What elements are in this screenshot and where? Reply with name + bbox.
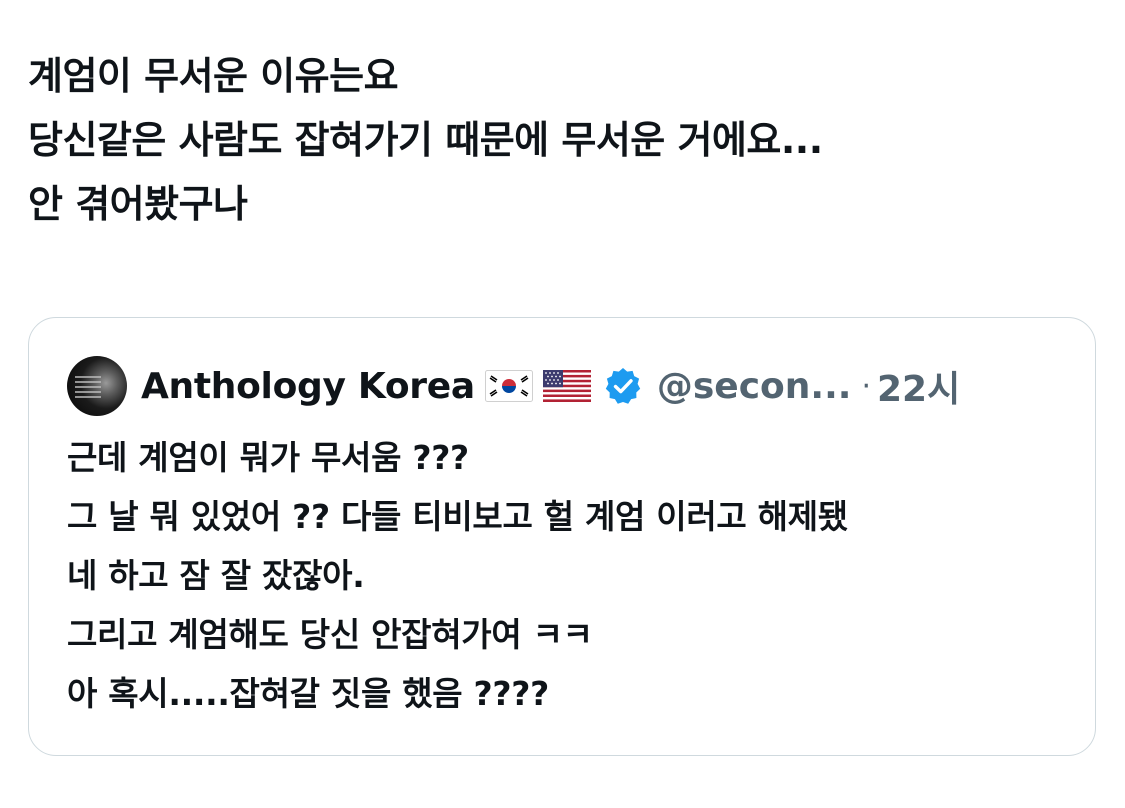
- post-text-line: 당신같은 사람도 잡혀가기 때문에 무서운 거에요...: [28, 118, 823, 162]
- quoted-author-name[interactable]: Anthology Korea: [141, 366, 475, 407]
- quoted-post-card[interactable]: Anthology Korea @secon... · 22시 근데 계엄이 뭐…: [28, 317, 1096, 756]
- avatar-image: [75, 376, 101, 401]
- quoted-author-handle[interactable]: @secon...: [657, 366, 852, 407]
- quoted-post-text: 근데 계엄이 뭐가 무서움 ??? 그 날 뭐 있었어 ?? 다들 티비보고 헐…: [67, 428, 1067, 723]
- quoted-text-line: 네 하고 잠 잘 잤잖아.: [67, 556, 365, 595]
- separator-dot: ·: [861, 368, 871, 404]
- post-text-line: 안 겪어봤구나: [28, 182, 248, 226]
- verified-badge-icon: [603, 366, 643, 406]
- south-korea-flag-icon: [484, 370, 533, 402]
- us-flag-icon: [542, 370, 591, 402]
- quoted-text-line: 아 혹시.....잡혀갈 짓을 했음 ????: [67, 674, 549, 713]
- post-text-line: 계엄이 무서운 이유는요: [28, 54, 399, 98]
- avatar[interactable]: [67, 356, 127, 416]
- quoted-text-line: 그 날 뭐 있었어 ?? 다들 티비보고 헐 계엄 이러고 해제됐: [67, 497, 848, 536]
- quoted-post-header: Anthology Korea @secon... · 22시: [67, 354, 960, 418]
- quoted-post-timestamp[interactable]: 22시: [877, 360, 960, 412]
- quoted-text-line: 그리고 계엄해도 당신 안잡혀가여 ㅋㅋ: [67, 615, 593, 654]
- post-text: 계엄이 무서운 이유는요 당신같은 사람도 잡혀가기 때문에 무서운 거에요..…: [28, 44, 1098, 236]
- quoted-text-line: 근데 계엄이 뭐가 무서움 ???: [67, 438, 469, 477]
